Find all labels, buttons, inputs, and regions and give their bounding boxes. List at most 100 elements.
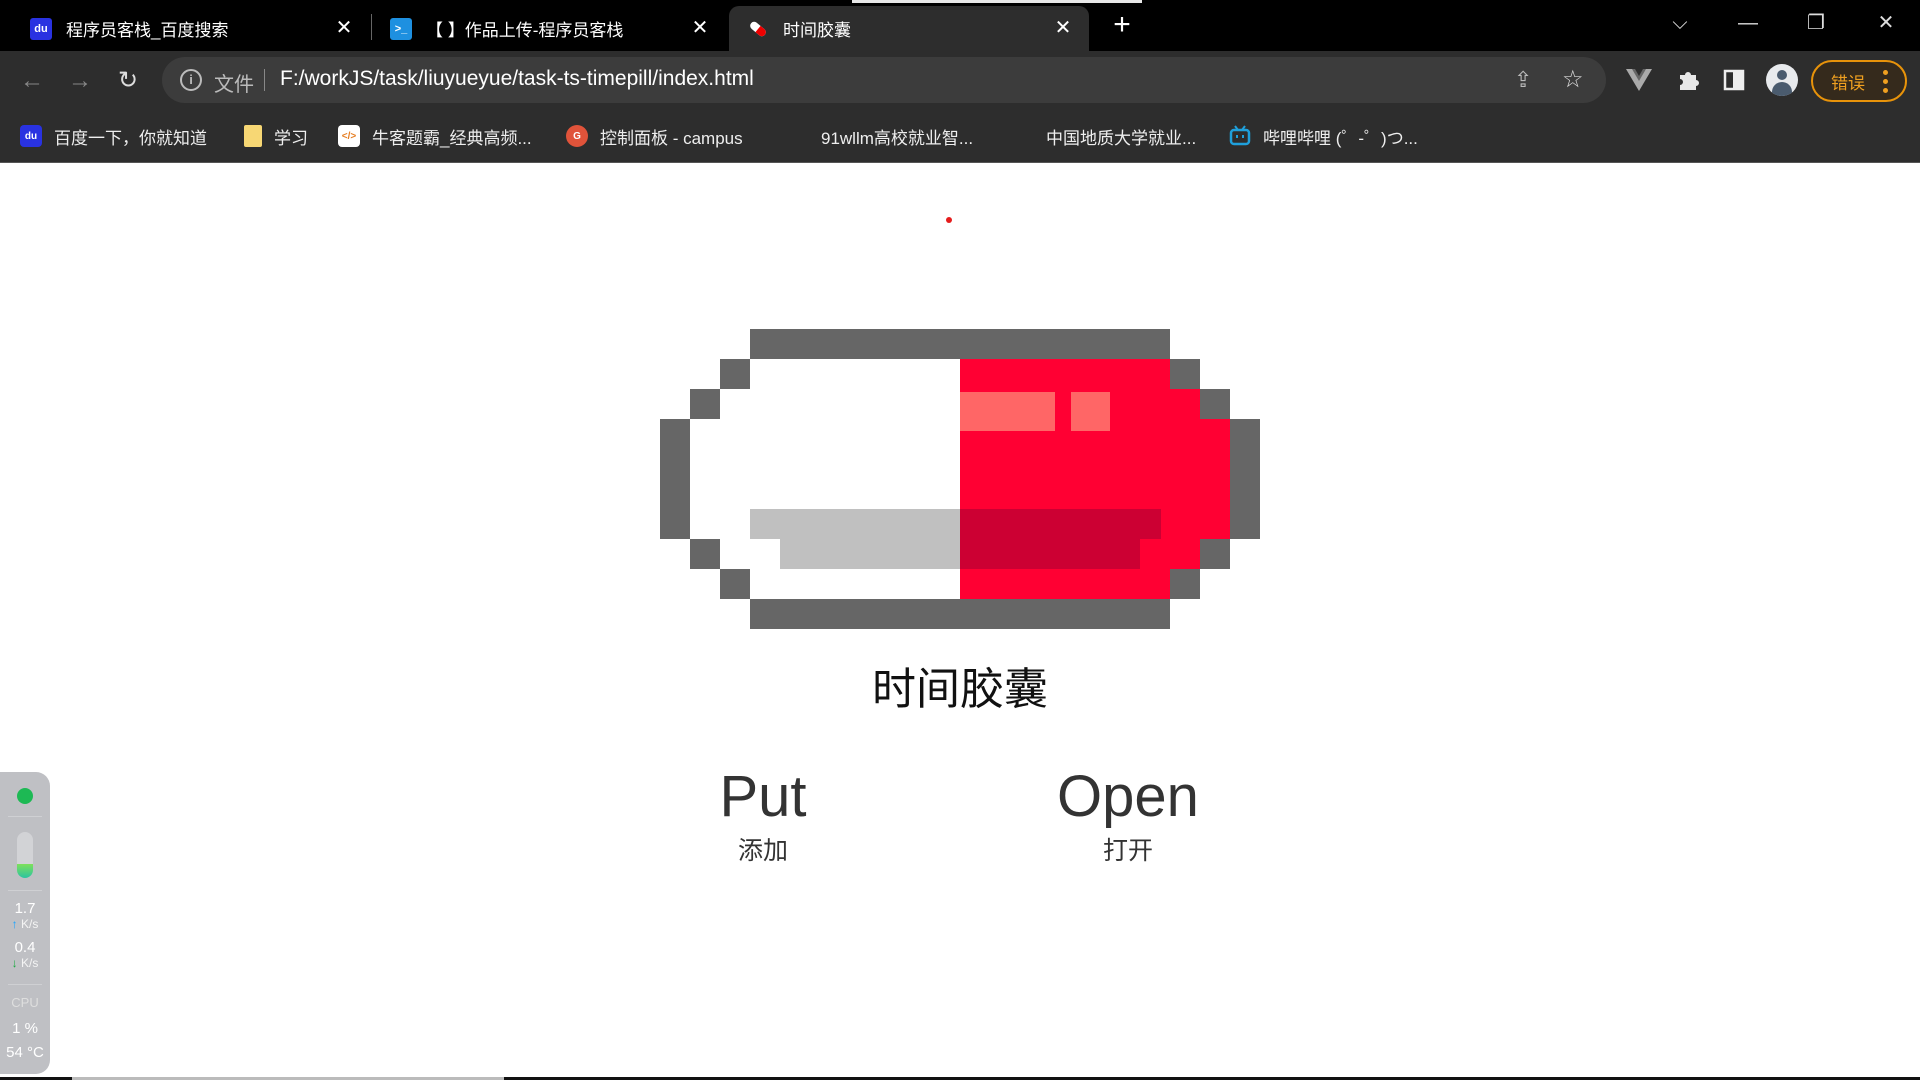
avatar-body: [1772, 82, 1792, 96]
tab-timepill[interactable]: 时间胶囊 ✕: [729, 6, 1089, 51]
tab-baidu-search[interactable]: du 程序员客栈_百度搜索 ✕: [0, 6, 370, 51]
pill-red-half: [1200, 419, 1230, 539]
bookmark-bilibili[interactable]: 哔哩哔哩 (゜-゜)つ...: [1229, 122, 1418, 150]
page-title: 时间胶囊: [872, 665, 1048, 714]
side-panel-icon[interactable]: [1717, 63, 1751, 97]
upload-speed: 1.7: [14, 900, 36, 917]
bookmark-folder-study[interactable]: 学习: [244, 122, 308, 150]
divider: [8, 816, 42, 817]
put-sublabel: 添加: [737, 837, 788, 865]
pill-outline: [1200, 539, 1230, 569]
red-dot-indicator: [946, 217, 952, 223]
pill-highlight: [1071, 392, 1110, 431]
vue-devtools-icon[interactable]: [1622, 63, 1656, 97]
system-monitor-widget[interactable]: 1.7 ↑ K/s 0.4 ↓ K/s CPU 1 % 54 °C: [0, 772, 50, 1074]
memory-gauge-fill: [17, 864, 33, 878]
close-tab-icon[interactable]: ✕: [1051, 16, 1075, 40]
page-content: 时间胶囊 Put 添加 Open 打开: [0, 163, 1920, 1080]
open-label: Open: [1057, 764, 1199, 829]
bookmark-label: 哔哩哔哩 (゜-゜)つ...: [1263, 128, 1418, 148]
pill-outline: [720, 569, 750, 599]
share-icon[interactable]: ⇪: [1514, 67, 1532, 93]
baidu-paw-icon: du: [20, 125, 42, 147]
pill-outline: [690, 539, 720, 569]
pill-outline: [660, 419, 690, 539]
bookmark-label: 中国地质大学就业...: [1046, 128, 1197, 148]
pill-shadow-red: [960, 509, 1161, 539]
open-button[interactable]: Open 打开: [998, 761, 1258, 869]
toolbar: ← → ↻ i 文件 F:/workJS/task/liuyueyue/task…: [0, 51, 1920, 110]
error-button[interactable]: 错误: [1811, 60, 1907, 102]
folder-icon: [244, 125, 262, 147]
bookmark-baidu[interactable]: du 百度一下，你就知道: [20, 122, 207, 150]
more-menu-icon[interactable]: [1883, 70, 1889, 93]
baidu-paw-icon: du: [30, 17, 52, 40]
error-label: 错误: [1831, 73, 1865, 93]
pill-icon: [747, 18, 769, 40]
profile-avatar[interactable]: [1766, 64, 1798, 96]
cpu-temp: 54 °C: [6, 1044, 44, 1061]
cpu-label: CPU: [11, 995, 39, 1010]
pill-outline: [1230, 419, 1260, 539]
address-bar[interactable]: i 文件 F:/workJS/task/liuyueyue/task-ts-ti…: [162, 57, 1606, 103]
put-button[interactable]: Put 添加: [633, 761, 893, 869]
cpu-usage: 1 %: [12, 1020, 38, 1037]
pill-outline: [690, 389, 720, 419]
pill-highlight: [960, 392, 1055, 431]
close-tab-icon[interactable]: ✕: [332, 16, 356, 40]
avatar-head: [1777, 70, 1787, 80]
memory-gauge: [17, 832, 33, 878]
pill-shadow-gray: [780, 539, 960, 569]
pill-outline: [1170, 359, 1200, 389]
url-scheme-label: 文件: [214, 74, 254, 96]
pill-shadow-gray: [750, 509, 960, 539]
url-text[interactable]: F:/workJS/task/liuyueyue/task-ts-timepil…: [280, 67, 754, 91]
bookmark-label: 学习: [274, 128, 308, 148]
upload-unit: ↑ K/s: [0, 917, 50, 931]
tab-title: 程序员客栈_百度搜索: [66, 21, 229, 40]
reload-button[interactable]: ↻: [112, 65, 144, 97]
bookmark-nowcoder[interactable]: </> 牛客题霸_经典高频...: [338, 122, 532, 150]
minimize-button[interactable]: —: [1728, 8, 1768, 38]
divider: [8, 890, 42, 891]
time-capsule-pill-graphic: [660, 329, 1260, 629]
divider: [264, 69, 265, 91]
pill-red-half: [1170, 389, 1200, 569]
nowcoder-icon: </>: [338, 125, 360, 147]
close-window-button[interactable]: ✕: [1866, 8, 1906, 38]
extensions-puzzle-icon[interactable]: [1671, 63, 1705, 97]
upload-unit-label: K/s: [21, 917, 39, 931]
pill-outline: [720, 359, 750, 389]
tab-title: 时间胶囊: [783, 21, 851, 40]
pill-outline: [1200, 389, 1230, 419]
download-speed: 0.4: [14, 939, 36, 956]
bookmarks-bar: du 百度一下，你就知道 学习 </> 牛客题霸_经典高频... G 控制面板 …: [0, 110, 1920, 163]
info-icon[interactable]: i: [180, 69, 202, 91]
pill-white-half: [720, 389, 750, 569]
status-dot-icon: [17, 788, 33, 804]
bookmark-label: 控制面板 - campus: [600, 128, 743, 148]
bookmark-campus[interactable]: G 控制面板 - campus: [566, 122, 743, 150]
bookmark-star-icon[interactable]: ☆: [1562, 65, 1584, 94]
download-unit-label: K/s: [21, 956, 39, 970]
pill-outline: [750, 329, 1170, 359]
download-arrow-icon: ↓: [11, 956, 18, 970]
back-button[interactable]: ←: [16, 65, 48, 97]
pill-outline: [750, 599, 1170, 629]
bookmark-91wllm[interactable]: 91wllm高校就业智...: [821, 122, 973, 150]
tab-bar: du 程序员客栈_百度搜索 ✕ >_ 【 】作品上传-程序员客栈 ✕ 时间胶囊 …: [0, 0, 1920, 51]
bookmark-cug-jobs[interactable]: 中国地质大学就业...: [1046, 122, 1196, 150]
open-sublabel: 打开: [1102, 837, 1153, 865]
close-tab-icon[interactable]: ✕: [688, 16, 712, 40]
pill-shadow-red: [960, 539, 1140, 569]
bookmark-label: 91wllm高校就业智...: [821, 128, 974, 148]
new-tab-button[interactable]: +: [1107, 10, 1137, 40]
tab-search-button[interactable]: ⌵: [1660, 8, 1700, 38]
restore-button[interactable]: ❐: [1796, 8, 1836, 38]
tab-loading-bar: [852, 0, 1142, 3]
campus-icon: G: [566, 125, 588, 147]
tab-upload[interactable]: >_ 【 】作品上传-程序员客栈 ✕: [372, 6, 726, 51]
upload-arrow-icon: ↑: [11, 917, 18, 931]
forward-button[interactable]: →: [64, 65, 96, 97]
bookmark-label: 牛客题霸_经典高频...: [372, 128, 532, 148]
